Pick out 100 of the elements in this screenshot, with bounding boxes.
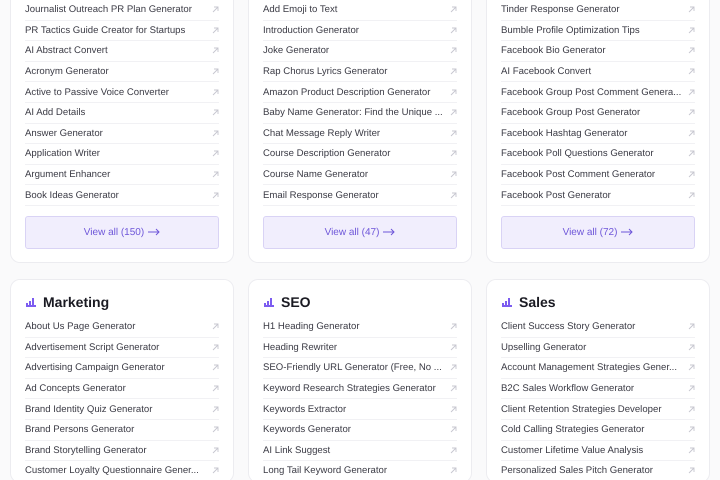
external-link-icon	[212, 109, 219, 116]
tool-link[interactable]: Personalized Sales Pitch Generator	[501, 461, 695, 480]
tool-link[interactable]: AI Facebook Convert	[501, 62, 695, 82]
tool-link[interactable]: Acronym Generator	[25, 62, 219, 82]
tool-link[interactable]: Keywords Extractor	[263, 399, 457, 420]
tool-link[interactable]: B2C Sales Workflow Generator	[501, 378, 695, 400]
external-link-icon	[212, 130, 219, 137]
external-link-icon	[688, 6, 695, 14]
tool-link[interactable]: Long Tail Keyword Generator	[263, 461, 457, 480]
external-link-icon	[688, 192, 695, 199]
external-link-icon	[212, 68, 219, 76]
external-link-icon	[688, 26, 695, 34]
external-link-icon	[688, 150, 695, 158]
external-link-icon	[212, 467, 219, 474]
external-link-icon	[450, 130, 457, 137]
external-link-icon	[212, 171, 219, 178]
tool-link[interactable]: AI Abstract Convert	[25, 41, 219, 62]
tool-link[interactable]: Facebook Post Comment Generator	[501, 164, 695, 186]
tool-link[interactable]: Keywords Generator	[263, 420, 457, 440]
tool-link[interactable]: Customer Loyalty Questionnaire Gener...	[25, 461, 219, 480]
external-link-icon	[688, 47, 695, 54]
external-link-icon	[450, 192, 457, 199]
tool-link[interactable]: Rap Chorus Lyrics Generator	[263, 62, 457, 82]
tool-link[interactable]: Facebook Group Post Generator	[501, 102, 695, 124]
tool-link[interactable]: H1 Heading Generator	[263, 316, 457, 338]
chart-icon	[263, 296, 275, 308]
tool-link[interactable]: Facebook Group Post Comment Genera...	[501, 82, 695, 103]
external-link-icon	[450, 426, 457, 434]
tool-link[interactable]: Brand Storytelling Generator	[25, 440, 219, 462]
tool-link[interactable]: Tinder Response Generator	[501, 0, 695, 21]
tool-link[interactable]: Client Success Story Generator	[501, 316, 695, 338]
tool-link[interactable]: Ad Concepts Generator	[25, 378, 219, 400]
external-link-icon	[688, 68, 695, 76]
tool-link[interactable]: Keyword Research Strategies Generator	[263, 378, 457, 400]
tool-link[interactable]: Journalist Outreach PR Plan Generator	[25, 0, 219, 21]
external-link-icon	[212, 88, 219, 96]
external-link-icon	[212, 6, 219, 14]
tool-link[interactable]: Upselling Generator	[501, 338, 695, 358]
external-link-icon	[688, 385, 695, 392]
tool-link[interactable]: Facebook Bio Generator	[501, 41, 695, 62]
external-link-icon	[450, 171, 457, 178]
view-all-button[interactable]: View all (47)	[263, 216, 457, 249]
external-link-icon	[450, 323, 457, 330]
arrow-right-icon	[383, 228, 396, 236]
external-link-icon	[688, 406, 695, 413]
tool-link[interactable]: Answer Generator	[25, 124, 219, 144]
tool-link[interactable]: Amazon Product Description Generator	[263, 82, 457, 103]
tool-link[interactable]: Facebook Hashtag Generator	[501, 124, 695, 144]
tool-link[interactable]: Introduction Generator	[263, 20, 457, 42]
external-link-icon	[212, 47, 219, 54]
view-all-button[interactable]: View all (150)	[25, 216, 219, 249]
external-link-icon	[450, 467, 457, 474]
tool-link[interactable]: Heading Rewriter	[263, 338, 457, 358]
tool-link[interactable]: Brand Identity Quiz Generator	[25, 399, 219, 420]
tool-link[interactable]: Active to Passive Voice Converter	[25, 82, 219, 103]
external-link-icon	[212, 426, 219, 434]
external-link-icon	[450, 68, 457, 76]
card-title: Sales	[519, 294, 556, 310]
tool-link[interactable]: Bumble Profile Optimization Tips	[501, 20, 695, 42]
tool-link[interactable]: AI Add Details	[25, 102, 219, 124]
external-link-icon	[450, 385, 457, 392]
tool-link[interactable]: Course Description Generator	[263, 144, 457, 165]
view-all-button[interactable]: View all (72)	[501, 216, 695, 249]
tool-link[interactable]: Book Ideas Generator	[25, 185, 219, 206]
tool-link[interactable]: Application Writer	[25, 144, 219, 165]
tool-link[interactable]: AI Link Suggest	[263, 440, 457, 462]
tool-link[interactable]: Argument Enhancer	[25, 164, 219, 186]
tool-link[interactable]: Advertising Campaign Generator	[25, 358, 219, 379]
tool-link[interactable]: Course Name Generator	[263, 164, 457, 186]
tool-link[interactable]: Chat Message Reply Writer	[263, 124, 457, 144]
tool-link[interactable]: Email Response Generator	[263, 185, 457, 206]
external-link-icon	[450, 446, 457, 454]
external-link-icon	[450, 344, 457, 351]
external-link-icon	[688, 130, 695, 137]
tool-link[interactable]: Customer Lifetime Value Analysis	[501, 440, 695, 462]
external-link-icon	[688, 171, 695, 178]
tool-link[interactable]: Facebook Post Generator	[501, 185, 695, 206]
tool-link[interactable]: Baby Name Generator: Find the Unique ...	[263, 102, 457, 124]
external-link-icon	[450, 6, 457, 14]
external-link-icon	[450, 406, 457, 413]
arrow-right-icon	[621, 228, 634, 236]
card-title: SEO	[281, 294, 311, 310]
tool-link[interactable]: Client Retention Strategies Developer	[501, 399, 695, 420]
tool-link[interactable]: Joke Generator	[263, 41, 457, 62]
external-link-icon	[450, 26, 457, 34]
tool-link[interactable]: Advertisement Script Generator	[25, 338, 219, 358]
tool-link[interactable]: Add Emoji to Text	[263, 0, 457, 21]
tool-link[interactable]: Brand Persons Generator	[25, 420, 219, 440]
tool-link[interactable]: Cold Calling Strategies Generator	[501, 420, 695, 440]
tool-link[interactable]: PR Tactics Guide Creator for Startups	[25, 20, 219, 42]
external-link-icon	[212, 406, 219, 413]
tool-link[interactable]: Facebook Poll Questions Generator	[501, 144, 695, 165]
tool-link[interactable]: Account Management Strategies Gener...	[501, 358, 695, 379]
tool-link[interactable]: About Us Page Generator	[25, 316, 219, 338]
tool-link[interactable]: SEO-Friendly URL Generator (Free, No ...	[263, 358, 457, 379]
external-link-icon	[212, 150, 219, 158]
external-link-icon	[212, 344, 219, 351]
external-link-icon	[450, 364, 457, 372]
chart-icon	[25, 296, 37, 308]
external-link-icon	[450, 88, 457, 96]
